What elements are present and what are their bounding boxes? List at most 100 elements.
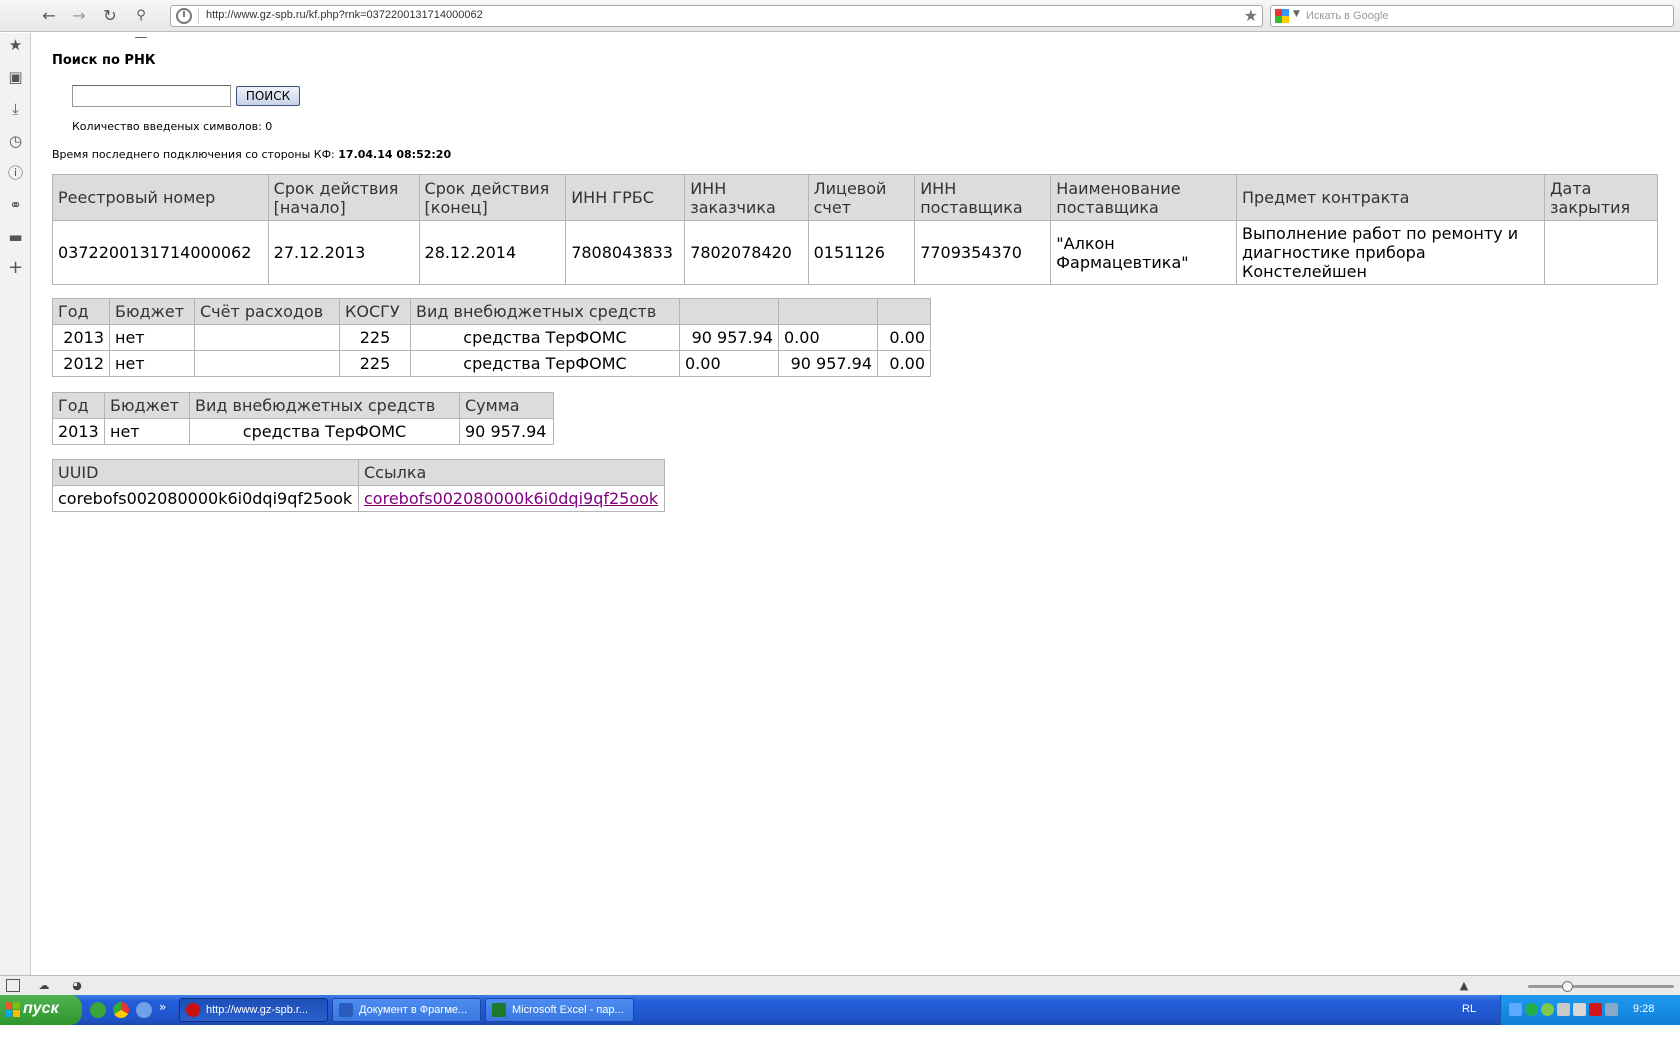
table-cell: 0151126 (807, 220, 916, 285)
table-cell: 7709354370 (914, 220, 1052, 285)
table-header: Вид внебюджетных средств (410, 298, 680, 325)
history-clock-icon[interactable]: ◷ (7, 133, 24, 150)
chrome-icon[interactable] (113, 1002, 129, 1018)
table-header: Предмет контракта (1235, 174, 1546, 221)
back-button[interactable]: ← (38, 5, 60, 27)
browser-statusbar: ☁ ◕ ▲ (0, 975, 1680, 995)
address-text[interactable]: http://www.gz-spb.ru/kf.php?rnk=03722001… (206, 9, 483, 21)
uuid-link[interactable]: corebofs002080000k6i0dqi9qf25ook (364, 489, 658, 508)
uuid-link-cell: corebofs002080000k6i0dqi9qf25ook (358, 485, 665, 512)
table-cell (194, 350, 340, 377)
table-header-row: Год Бюджет Счёт расходов КОСГУ Вид внебю… (52, 298, 931, 325)
panel-toggle-icon[interactable] (6, 979, 20, 992)
search-button[interactable]: ПОИСК (236, 86, 300, 106)
web-search-box[interactable]: ▼ Искать в Google (1270, 5, 1674, 27)
cloud-icon[interactable]: ☁ (37, 979, 51, 992)
table-cell: средства ТерФОМС (189, 418, 460, 445)
table-header: Ссылка (358, 459, 665, 486)
more-quicklaunch-icon[interactable]: » (159, 1000, 166, 1014)
table-cell: Выполнение работ по ремонту и диагностик… (1235, 220, 1546, 285)
excel-icon (492, 1003, 506, 1017)
zoom-slider[interactable] (1528, 981, 1674, 992)
table-header: Счёт расходов (194, 298, 340, 325)
clock[interactable]: 9:28 (1633, 1003, 1654, 1015)
table-header (778, 298, 878, 325)
notes-icon[interactable]: ▣ (7, 69, 24, 86)
table-cell: 7802078420 (684, 220, 809, 285)
table-cell: 90 957.94 (778, 350, 878, 377)
table-header: Лицевой счет (807, 174, 916, 221)
zoom-slider-knob[interactable] (1562, 981, 1573, 992)
contract-table: Реестровый номер Срок действия [начало] … (52, 174, 1658, 285)
speed-dial-icon[interactable]: ◕ (70, 979, 84, 992)
table-header (679, 298, 779, 325)
tray-icon[interactable] (1541, 1003, 1554, 1016)
panels-icon[interactable]: ▬ (7, 229, 24, 246)
tray-icon[interactable] (1525, 1003, 1538, 1016)
tray-icon[interactable] (1509, 1003, 1522, 1016)
quicklaunch-icon[interactable] (90, 1002, 106, 1018)
table-header: ИНН поставщика (914, 174, 1052, 221)
uuid-cell: corebofs002080000k6i0dqi9qf25ook (52, 485, 359, 512)
table-header: ИНН заказчика (684, 174, 809, 221)
bookmarks-star-icon[interactable]: ★ (7, 37, 24, 54)
table-cell: 28.12.2014 (418, 220, 567, 285)
last-connection-info: Время последнего подключения со стороны … (52, 148, 451, 161)
add-panel-icon[interactable]: + (7, 259, 24, 277)
table-header: Бюджет (109, 298, 195, 325)
table-header: Год (52, 392, 105, 419)
antivirus-icon[interactable] (1589, 1003, 1602, 1016)
address-bar[interactable]: http://www.gz-spb.ru/kf.php?rnk=03722001… (170, 5, 1263, 27)
reload-button[interactable]: ↻ (99, 5, 121, 27)
ie-icon[interactable] (136, 1002, 152, 1018)
language-indicator[interactable]: RL (1462, 1003, 1476, 1015)
table-row: 2012 нет 225 средства ТерФОМС 0.00 90 95… (52, 350, 931, 377)
finance-table: Год Бюджет Счёт расходов КОСГУ Вид внебю… (52, 298, 931, 377)
table-cell: 0.00 (877, 350, 931, 377)
site-info-icon[interactable] (176, 8, 192, 24)
scroll-up-icon[interactable]: ▲ (1457, 979, 1471, 992)
table-header: Дата закрытия (1544, 174, 1658, 221)
last-connection-label: Время последнего подключения со стороны … (52, 148, 335, 161)
table-cell: "Алкон Фармацевтика" (1050, 220, 1237, 285)
start-button[interactable]: пуск (0, 995, 82, 1025)
taskbar-item-document[interactable]: Документ в Фрагме... (332, 998, 481, 1022)
table-cell: нет (109, 350, 195, 377)
network-icon[interactable] (1557, 1003, 1570, 1016)
table-cell: 0.00 (778, 324, 878, 351)
taskbar-item-opera[interactable]: http://www.gz-spb.r... (179, 998, 328, 1022)
info-icon[interactable]: ⓘ (7, 165, 24, 182)
key-icon[interactable]: ⚲— (130, 5, 152, 45)
table-row: 2013 нет средства ТерФОМС 90 957.94 (52, 418, 554, 445)
bookmark-star-icon[interactable]: ★ (1244, 6, 1258, 26)
opera-icon (186, 1003, 200, 1017)
page-content: Поиск по РНК ПОИСК Количество введеных с… (52, 33, 1672, 973)
tray-icon[interactable] (1605, 1003, 1618, 1016)
table-cell: средства ТерФОМС (410, 324, 680, 351)
google-icon[interactable] (1275, 9, 1289, 23)
table-header-row: UUID Ссылка (52, 459, 665, 486)
table-header-row: Реестровый номер Срок действия [начало] … (52, 174, 1658, 221)
uuid-table: UUID Ссылка corebofs002080000k6i0dqi9qf2… (52, 459, 665, 512)
volume-icon[interactable] (1573, 1003, 1586, 1016)
downloads-icon[interactable]: ⤓ (7, 101, 24, 118)
table-cell: средства ТерФОМС (410, 350, 680, 377)
links-icon[interactable]: ⚭ (7, 197, 24, 214)
forward-button[interactable]: → (68, 5, 90, 27)
table-header: Бюджет (104, 392, 190, 419)
page-title: Поиск по РНК (52, 53, 156, 68)
table-header: ИНН ГРБС (565, 174, 686, 221)
browser-toolbar: ← → ↻ ⚲— http://www.gz-spb.ru/kf.php?rnk… (0, 0, 1680, 45)
rnk-search-input[interactable] (72, 85, 231, 107)
table-cell: 0.00 (679, 350, 779, 377)
taskbar-item-excel[interactable]: Microsoft Excel - пар... (485, 998, 634, 1022)
table-header: Реестровый номер (52, 174, 269, 221)
address-divider (198, 8, 199, 24)
table-header-row: Год Бюджет Вид внебюджетных средств Сумм… (52, 392, 554, 419)
table-header: Срок действия [начало] (267, 174, 420, 221)
table-cell (194, 324, 340, 351)
char-count-label: Количество введеных символов: 0 (72, 120, 273, 133)
windows-taskbar: пуск » http://www.gz-spb.r... Документ в… (0, 995, 1680, 1025)
table-header: Наименование поставщика (1050, 174, 1237, 221)
search-engine-dropdown-icon[interactable]: ▼ (1293, 9, 1300, 19)
